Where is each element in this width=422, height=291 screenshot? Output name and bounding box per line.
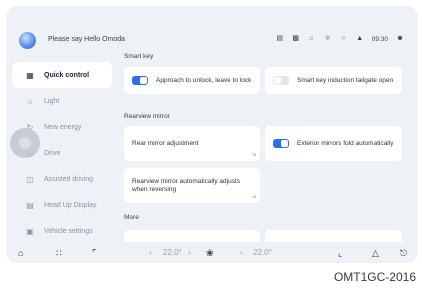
sidebar-item-head-up-display[interactable]: ▤ Head Up Display bbox=[12, 192, 112, 218]
hazard-icon[interactable]: △ bbox=[372, 247, 379, 259]
sidebar-item-assisted-driving[interactable]: ◫ Assisted driving bbox=[12, 166, 112, 192]
exterior-mirrors-fold-card[interactable]: Exterior mirrors fold automatically bbox=[265, 126, 402, 161]
temp-left-increase-icon[interactable]: › bbox=[188, 248, 191, 257]
sidebar-item-quick-control[interactable]: ▦ Quick control bbox=[12, 62, 112, 88]
car-icon: ▣ bbox=[26, 226, 34, 236]
more-card-left[interactable] bbox=[124, 230, 260, 242]
expand-corner-icon: ⇲ bbox=[251, 152, 256, 158]
section-title-more: More bbox=[124, 214, 139, 221]
grid-icon: ▦ bbox=[26, 70, 34, 80]
section-title-rearview-mirror: Rearview mirror bbox=[124, 113, 170, 120]
voice-prompt: Please say Hello Omoda bbox=[48, 36, 126, 43]
sidebar-item-light[interactable]: ☼ Light bbox=[12, 88, 112, 114]
infotainment-screen: Please say Hello Omoda ▤ ▩ ♬ ※ ≈ ▲ 09:30… bbox=[6, 6, 418, 263]
temp-right-decrease-icon[interactable]: ‹ bbox=[240, 248, 243, 257]
home-icon[interactable]: ⌂ bbox=[18, 247, 23, 259]
sidebar-item-label: Quick control bbox=[44, 71, 90, 79]
clock: 09:30 bbox=[371, 35, 388, 43]
card-label: Rear mirror adjustment bbox=[132, 139, 199, 147]
wifi-icon: ≈ bbox=[341, 35, 346, 42]
floating-assistant-button[interactable] bbox=[10, 128, 40, 158]
temp-right-value: 22.0° bbox=[253, 248, 272, 257]
sidebar-item-label: Head Up Display bbox=[44, 201, 97, 209]
card-label: Exterior mirrors fold automatically bbox=[297, 139, 394, 147]
sidebar: ▦ Quick control ☼ Light ↻ New energy ◎ D… bbox=[10, 62, 112, 244]
apps-icon[interactable]: ∷ bbox=[56, 247, 62, 259]
status-bar: ▤ ▩ ♬ ※ ≈ ▲ 09:30 ☻ bbox=[272, 34, 408, 44]
bulb-icon: ☼ bbox=[26, 96, 34, 106]
seat-icon[interactable]: ⌜ bbox=[92, 247, 96, 259]
sidebar-item-label: Vehicle settings bbox=[44, 227, 93, 235]
section-title-smart-key: Smart key bbox=[124, 53, 154, 60]
temp-left-value: 22.0° bbox=[163, 248, 182, 257]
sidebar-item-label: Drive bbox=[44, 149, 61, 157]
exterior-mirrors-fold-toggle[interactable] bbox=[273, 139, 289, 148]
power-icon[interactable]: ⎋ bbox=[400, 247, 407, 259]
rearview-reverse-card[interactable]: Rearview mirror automatically adjusts wh… bbox=[124, 168, 260, 203]
sidebar-item-label: Assisted driving bbox=[44, 175, 94, 183]
sidebar-item-vehicle-settings[interactable]: ▣ Vehicle settings bbox=[12, 218, 112, 244]
sidebar-item-label: Light bbox=[44, 97, 60, 105]
temp-left-decrease-icon[interactable]: ‹ bbox=[149, 248, 152, 257]
bluetooth-icon: ※ bbox=[324, 35, 331, 42]
smart-key-tailgate-card[interactable]: Smart key induction tailgate open bbox=[265, 67, 402, 94]
voice-assistant-icon[interactable] bbox=[19, 32, 36, 49]
more-card-right[interactable] bbox=[265, 230, 402, 242]
wiper-icon[interactable]: ⌞ bbox=[338, 247, 342, 259]
card-label: Rearview mirror automatically adjusts wh… bbox=[132, 177, 241, 193]
parking-icon: ▤ bbox=[276, 35, 284, 42]
card-label: Smart key induction tailgate open bbox=[297, 76, 394, 84]
message-icon: ▩ bbox=[292, 35, 300, 42]
signal-icon: ▲ bbox=[356, 35, 364, 42]
expand-corner-icon: ⇲ bbox=[251, 194, 256, 200]
card-label: Approach to unlock, leave to lock bbox=[156, 76, 252, 84]
fan-icon[interactable]: ❀ bbox=[206, 247, 214, 259]
rear-mirror-adjust-card[interactable]: Rear mirror adjustment ⇲ bbox=[124, 126, 260, 161]
user-icon[interactable]: ☻ bbox=[392, 34, 408, 44]
volume-icon: ♬ bbox=[308, 35, 316, 42]
smart-key-tailgate-toggle[interactable] bbox=[273, 76, 289, 85]
assist-icon: ◫ bbox=[26, 174, 34, 184]
approach-unlock-toggle[interactable] bbox=[132, 76, 148, 85]
hud-icon: ▤ bbox=[26, 200, 34, 210]
sidebar-item-label: New energy bbox=[44, 123, 82, 131]
figure-code: OMT1GC-2016 bbox=[333, 270, 416, 284]
bottom-dock: ⌂ ∷ ⌜ ‹ 22.0° › ❀ ‹ 22.0° ⌞ △ ⎋ bbox=[6, 244, 418, 263]
approach-unlock-card[interactable]: Approach to unlock, leave to lock bbox=[124, 67, 260, 94]
